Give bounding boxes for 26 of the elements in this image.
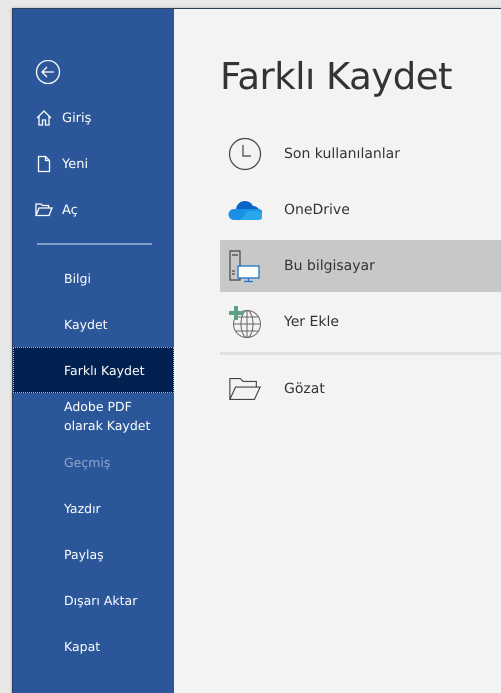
menu-item[interactable]: Farklı Kaydet xyxy=(13,347,174,393)
document-icon xyxy=(35,155,53,173)
location-item[interactable]: Yer Ekle xyxy=(220,296,501,348)
menu-item[interactable]: Paylaş xyxy=(13,531,174,577)
location-item[interactable]: Bu bilgisayar xyxy=(220,240,501,292)
clock-icon xyxy=(228,137,262,171)
nav-item[interactable]: Aç xyxy=(13,187,174,233)
computer-icon xyxy=(228,249,262,283)
location-item[interactable]: Gözat xyxy=(220,363,501,415)
globe-add-icon xyxy=(228,305,262,339)
cloud-icon xyxy=(228,199,262,221)
menu-item[interactable]: Kaydet xyxy=(13,301,174,347)
nav-item[interactable]: Yeni xyxy=(13,141,174,187)
menu-item[interactable]: Kapat xyxy=(13,623,174,669)
location-item[interactable]: OneDrive xyxy=(220,184,501,236)
location-item[interactable]: Son kullanılanlar xyxy=(220,128,501,180)
folder-icon xyxy=(35,201,53,219)
home-icon xyxy=(35,109,53,127)
menu-item[interactable]: Bilgi xyxy=(13,255,174,301)
menu-item[interactable]: Yazdır xyxy=(13,485,174,531)
nav-item[interactable]: Giriş xyxy=(13,95,174,141)
back-icon xyxy=(35,59,61,85)
folder-icon xyxy=(228,376,262,402)
menu-item[interactable]: Adobe PDF olarak Kaydet xyxy=(13,393,174,439)
menu-item[interactable]: Dışarı Aktar xyxy=(13,577,174,623)
page-title: Farklı Kaydet xyxy=(220,55,453,98)
